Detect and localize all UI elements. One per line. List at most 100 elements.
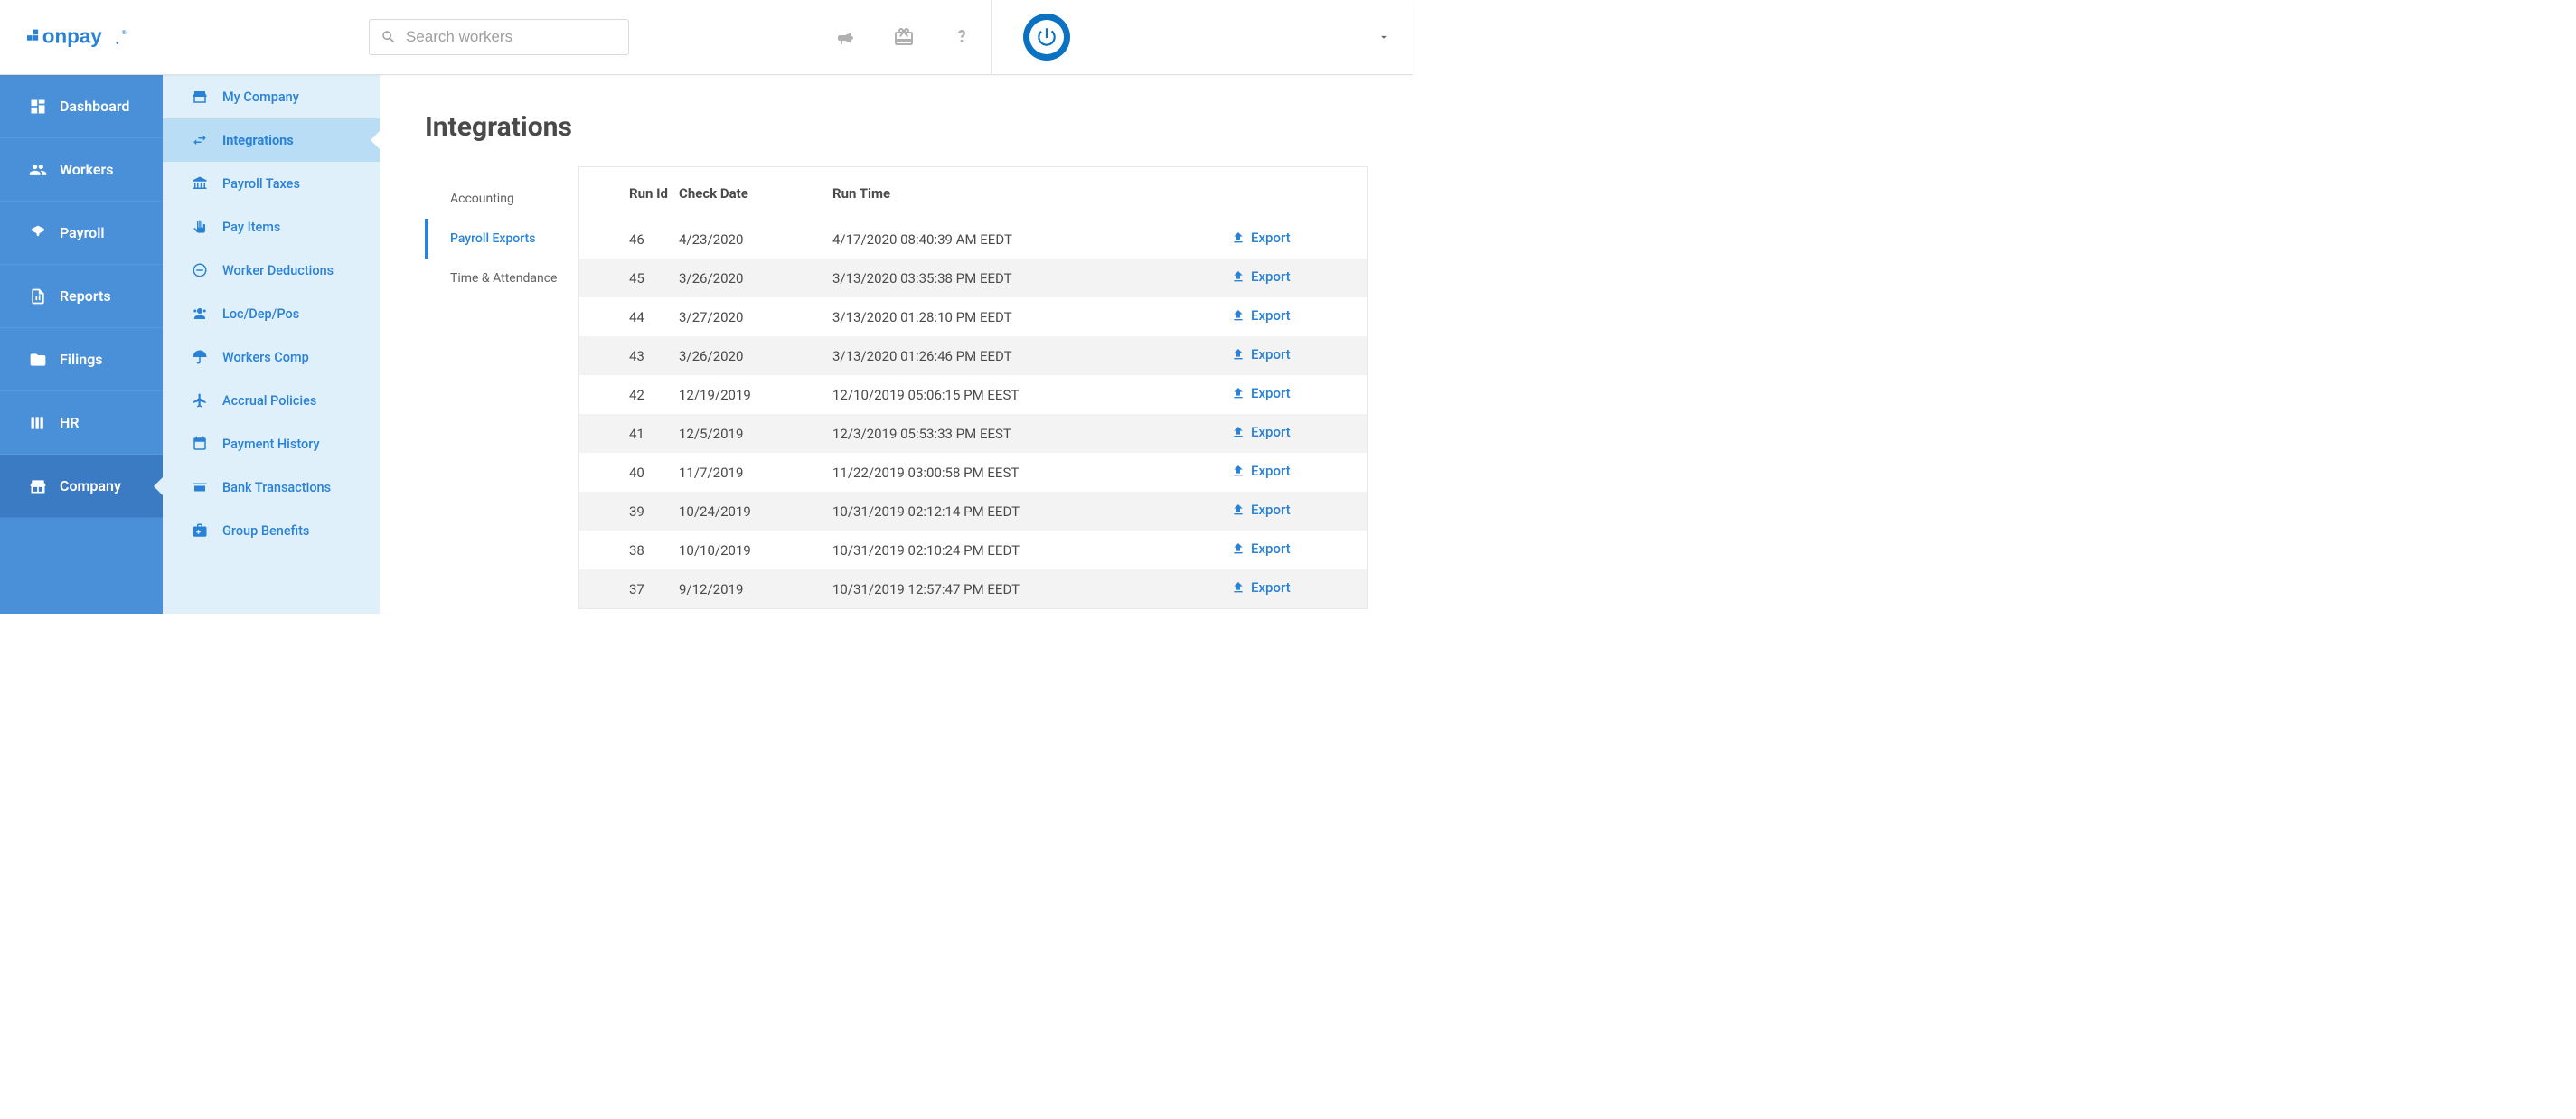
power-avatar-icon xyxy=(1023,14,1070,61)
payroll-icon xyxy=(29,224,47,242)
app-body: Dashboard Workers Payroll Reports Filing… xyxy=(0,75,1413,614)
benefits-icon xyxy=(192,522,208,539)
subnav-label: My Company xyxy=(222,89,299,105)
chevron-down-icon xyxy=(1377,31,1390,43)
reports-icon xyxy=(29,287,47,306)
export-button[interactable]: Export xyxy=(1231,541,1291,557)
table-row: 38 10/10/2019 10/31/2019 02:10:24 PM EED… xyxy=(579,531,1367,569)
export-button[interactable]: Export xyxy=(1231,463,1291,479)
sidebar-item-label: HR xyxy=(60,414,80,431)
cell-check-date: 11/7/2019 xyxy=(679,453,832,492)
export-button[interactable]: Export xyxy=(1231,346,1291,362)
sidebar-item-dashboard[interactable]: Dashboard xyxy=(0,75,163,138)
tab-label: Payroll Exports xyxy=(450,231,535,246)
cell-check-date: 3/26/2020 xyxy=(679,259,832,297)
subnav-label: Worker Deductions xyxy=(222,263,334,278)
subnav-label: Accrual Policies xyxy=(222,393,316,409)
export-button[interactable]: Export xyxy=(1231,424,1291,440)
upload-icon xyxy=(1231,464,1246,478)
gift-icon[interactable] xyxy=(893,26,915,48)
export-button[interactable]: Export xyxy=(1231,385,1291,401)
sidebar-item-hr[interactable]: HR xyxy=(0,391,163,455)
sidebar-item-reports[interactable]: Reports xyxy=(0,265,163,328)
subnav-payroll-taxes[interactable]: Payroll Taxes xyxy=(163,162,380,205)
sidebar-item-label: Workers xyxy=(60,161,114,178)
sidebar-item-filings[interactable]: Filings xyxy=(0,328,163,391)
subnav-label: Pay Items xyxy=(222,220,280,235)
subnav-pay-items[interactable]: Pay Items xyxy=(163,205,380,249)
exports-table: Run Id Check Date Run Time 46 4/23/2020 … xyxy=(579,167,1367,608)
content-row: Accounting Payroll Exports Time & Attend… xyxy=(425,166,1413,609)
primary-sidebar: Dashboard Workers Payroll Reports Filing… xyxy=(0,75,163,614)
cell-check-date: 10/10/2019 xyxy=(679,531,832,569)
subnav-label: Bank Transactions xyxy=(222,480,331,495)
upload-icon xyxy=(1231,386,1246,400)
export-button[interactable]: Export xyxy=(1231,230,1291,246)
export-button[interactable]: Export xyxy=(1231,268,1291,285)
help-icon[interactable] xyxy=(951,26,973,48)
export-label: Export xyxy=(1251,502,1291,518)
subnav-workers-comp[interactable]: Workers Comp xyxy=(163,335,380,379)
sidebar-item-payroll[interactable]: Payroll xyxy=(0,202,163,265)
storefront-icon xyxy=(192,89,208,105)
col-run-time: Run Time xyxy=(832,167,1231,220)
upload-icon xyxy=(1231,541,1246,556)
main-content: Integrations Accounting Payroll Exports … xyxy=(380,75,1413,614)
cell-run-time: 10/31/2019 02:10:24 PM EEDT xyxy=(832,531,1231,569)
cell-run-time: 12/10/2019 05:06:15 PM EEST xyxy=(832,375,1231,414)
subnav-integrations[interactable]: Integrations xyxy=(163,118,380,162)
subnav-label: Payment History xyxy=(222,437,320,452)
search-box[interactable] xyxy=(369,19,629,55)
subnav-my-company[interactable]: My Company xyxy=(163,75,380,118)
cell-run-time: 11/22/2019 03:00:58 PM EEST xyxy=(832,453,1231,492)
subnav-worker-deductions[interactable]: Worker Deductions xyxy=(163,249,380,292)
tab-time-attendance[interactable]: Time & Attendance xyxy=(425,259,578,298)
cell-run-id: 37 xyxy=(579,569,679,608)
deduction-icon xyxy=(192,262,208,278)
table-row: 44 3/27/2020 3/13/2020 01:28:10 PM EEDT … xyxy=(579,297,1367,336)
tab-accounting[interactable]: Accounting xyxy=(425,179,578,219)
tab-label: Accounting xyxy=(450,192,514,206)
subnav-loc-dep-pos[interactable]: Loc/Dep/Pos xyxy=(163,292,380,335)
integration-tabs: Accounting Payroll Exports Time & Attend… xyxy=(425,166,578,609)
tab-payroll-exports[interactable]: Payroll Exports xyxy=(425,219,578,259)
header-icons xyxy=(835,26,991,48)
subnav-group-benefits[interactable]: Group Benefits xyxy=(163,509,380,552)
export-label: Export xyxy=(1251,385,1291,401)
table-row: 39 10/24/2019 10/31/2019 02:12:14 PM EED… xyxy=(579,492,1367,531)
sidebar-item-workers[interactable]: Workers xyxy=(0,138,163,202)
table-row: 46 4/23/2020 4/17/2020 08:40:39 AM EEDT … xyxy=(579,220,1367,259)
sidebar-item-label: Company xyxy=(60,477,121,494)
cell-run-id: 41 xyxy=(579,414,679,453)
cell-run-id: 44 xyxy=(579,297,679,336)
export-label: Export xyxy=(1251,541,1291,557)
cell-check-date: 12/5/2019 xyxy=(679,414,832,453)
table-row: 45 3/26/2020 3/13/2020 03:35:38 PM EEDT … xyxy=(579,259,1367,297)
svg-text:onpay: onpay xyxy=(42,25,102,48)
upload-icon xyxy=(1231,580,1246,595)
cell-run-id: 45 xyxy=(579,259,679,297)
subnav-bank-transactions[interactable]: Bank Transactions xyxy=(163,465,380,509)
subnav-label: Payroll Taxes xyxy=(222,176,300,192)
cell-check-date: 10/24/2019 xyxy=(679,492,832,531)
cell-run-id: 42 xyxy=(579,375,679,414)
cell-run-id: 46 xyxy=(579,220,679,259)
export-button[interactable]: Export xyxy=(1231,307,1291,324)
hr-icon xyxy=(29,414,47,432)
plane-icon xyxy=(192,392,208,409)
subnav-accrual-policies[interactable]: Accrual Policies xyxy=(163,379,380,422)
sidebar-item-company[interactable]: Company xyxy=(0,455,163,518)
subnav-payment-history[interactable]: Payment History xyxy=(163,422,380,465)
user-menu[interactable] xyxy=(991,0,1413,74)
export-button[interactable]: Export xyxy=(1231,579,1291,596)
cell-run-time: 3/13/2020 01:26:46 PM EEDT xyxy=(832,336,1231,375)
search-input[interactable] xyxy=(406,28,617,46)
cell-run-time: 10/31/2019 12:57:47 PM EEDT xyxy=(832,569,1231,608)
export-button[interactable]: Export xyxy=(1231,502,1291,518)
cell-run-id: 43 xyxy=(579,336,679,375)
cell-run-time: 4/17/2020 08:40:39 AM EEDT xyxy=(832,220,1231,259)
logo[interactable]: onpay ® xyxy=(0,24,163,50)
export-label: Export xyxy=(1251,268,1291,285)
megaphone-icon[interactable] xyxy=(835,26,857,48)
cell-check-date: 12/19/2019 xyxy=(679,375,832,414)
